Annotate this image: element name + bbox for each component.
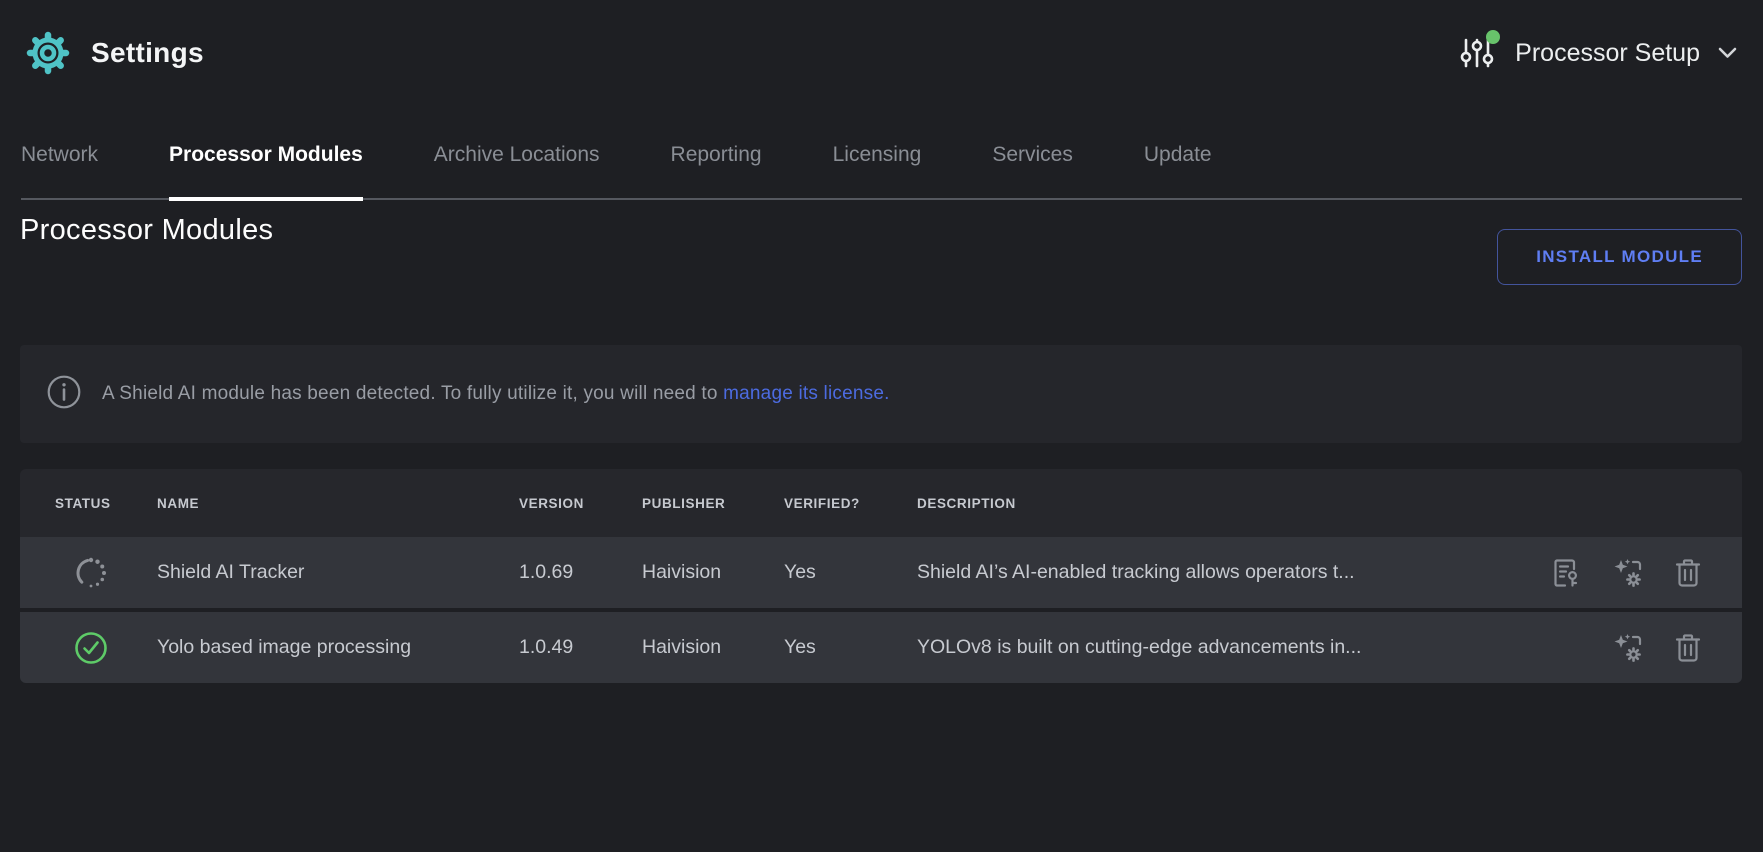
module-verified: Yes (784, 561, 917, 584)
tab-reporting[interactable]: Reporting (671, 143, 762, 198)
col-status: STATUS (20, 496, 157, 511)
chevron-down-icon (1718, 46, 1737, 64)
processor-sliders-icon (1457, 33, 1497, 73)
table-row: Yolo based image processing 1.0.49 Haivi… (20, 612, 1742, 683)
tab-licensing[interactable]: Licensing (833, 143, 922, 198)
license-icon[interactable] (1552, 557, 1582, 589)
page-heading-row: Processor Modules INSTALL MODULE (20, 213, 1742, 285)
info-icon (47, 375, 81, 414)
delete-icon[interactable] (1674, 632, 1702, 664)
page-title: Processor Modules (20, 213, 273, 247)
tab-update[interactable]: Update (1144, 143, 1212, 198)
ai-settings-icon[interactable] (1612, 632, 1644, 664)
page-app-title: Settings (91, 37, 204, 69)
module-publisher: Haivision (642, 561, 784, 584)
settings-tab-bar: Network Processor Modules Archive Locati… (21, 143, 1742, 200)
banner-message: A Shield AI module has been detected. To… (102, 383, 890, 405)
col-publisher: PUBLISHER (642, 496, 784, 511)
module-name: Shield AI Tracker (157, 561, 519, 584)
tab-services[interactable]: Services (992, 143, 1073, 198)
col-verified: VERIFIED? (784, 496, 917, 511)
col-name: NAME (157, 496, 519, 511)
tab-archive-locations[interactable]: Archive Locations (434, 143, 600, 198)
module-version: 1.0.49 (519, 636, 642, 659)
module-verified: Yes (784, 636, 917, 659)
modules-table: STATUS NAME VERSION PUBLISHER VERIFIED? … (20, 469, 1742, 683)
status-loading-icon (20, 555, 157, 591)
tab-processor-modules[interactable]: Processor Modules (169, 143, 363, 198)
banner-text: A Shield AI module has been detected. To… (102, 383, 718, 404)
install-module-button[interactable]: INSTALL MODULE (1497, 229, 1742, 285)
settings-gear-icon (24, 29, 72, 77)
context-selector[interactable]: Processor Setup (1457, 33, 1737, 73)
status-ok-icon (20, 630, 157, 666)
module-name: Yolo based image processing (157, 636, 519, 659)
module-description: Shield AI’s AI-enabled tracking allows o… (917, 561, 1537, 584)
row-actions (1537, 557, 1742, 589)
tab-network[interactable]: Network (21, 143, 98, 198)
app-title: Settings (24, 29, 204, 77)
row-actions (1537, 632, 1742, 664)
manage-license-link[interactable]: manage its license. (723, 383, 889, 404)
status-dot (1486, 30, 1500, 44)
table-row: Shield AI Tracker 1.0.69 Haivision Yes S… (20, 537, 1742, 608)
module-publisher: Haivision (642, 636, 784, 659)
module-version: 1.0.69 (519, 561, 642, 584)
col-description: DESCRIPTION (917, 496, 1537, 511)
ai-settings-icon[interactable] (1612, 557, 1644, 589)
col-version: VERSION (519, 496, 642, 511)
app-header: Settings Processor Setup (0, 0, 1763, 77)
delete-icon[interactable] (1674, 557, 1702, 589)
context-selector-label: Processor Setup (1515, 39, 1700, 68)
module-description: YOLOv8 is built on cutting-edge advancem… (917, 636, 1537, 659)
table-header-row: STATUS NAME VERSION PUBLISHER VERIFIED? … (20, 469, 1742, 537)
info-banner: A Shield AI module has been detected. To… (20, 345, 1742, 443)
